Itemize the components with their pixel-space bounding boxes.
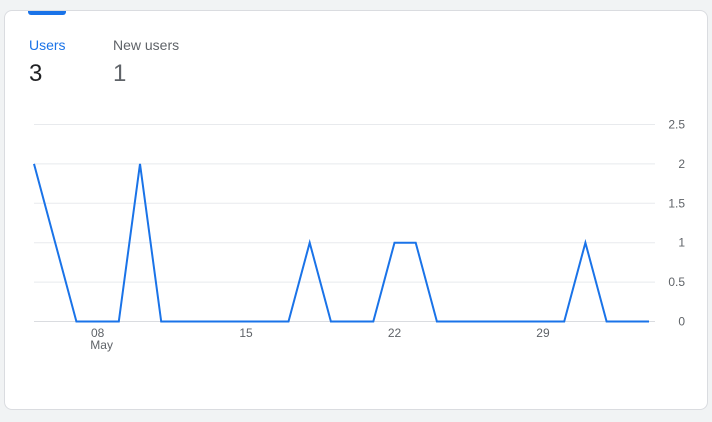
y-tick-label: 1 [678, 236, 685, 250]
x-tick-label: 15 [239, 326, 253, 340]
y-tick-label: 1.5 [668, 196, 685, 210]
y-tick-label: 0.5 [668, 275, 685, 289]
users-overview-card: Users 3 New users 1 2.5 2 1.5 1 0.5 0 08 May 15 2… [4, 10, 708, 410]
y-tick-label: 2.5 [668, 118, 685, 132]
x-tick-label: 29 [536, 326, 550, 340]
users-line-chart: 2.521.510.5008May15 22 29 [33, 118, 685, 352]
y-tick-label: 0 [678, 315, 685, 329]
x-tick-sublabel: May [90, 338, 113, 352]
y-tick-label: 2 [678, 157, 685, 171]
x-tick-label: 22 [388, 326, 402, 340]
